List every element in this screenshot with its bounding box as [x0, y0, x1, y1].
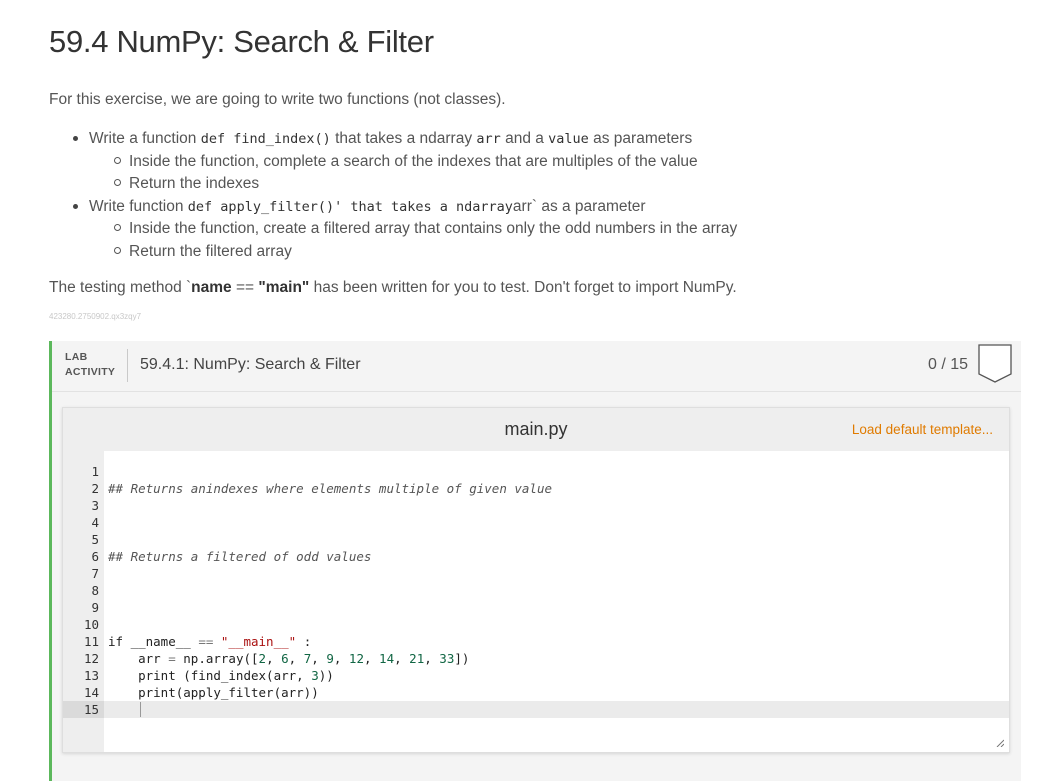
- activity-id: 423280.2750902.qx3zqy7: [49, 312, 142, 321]
- task-item: Write function def apply_filter()' that …: [49, 196, 737, 264]
- lab-header: LAB ACTIVITY 59.4.1: NumPy: Search & Fil…: [52, 341, 1021, 392]
- line-number: 3: [91, 498, 99, 513]
- task-item: Write a function def find_index() that t…: [49, 128, 737, 196]
- editor-toolbar: main.py Load default template...: [63, 408, 1009, 451]
- code-text: print (find_index(arr, 3)): [108, 668, 334, 683]
- line-number: 11: [83, 634, 99, 649]
- code-text: ## Returns anindexes where elements mult…: [108, 481, 553, 496]
- line-number: 2: [91, 481, 99, 496]
- line-number: 15: [63, 701, 104, 718]
- code-line[interactable]: 5: [63, 531, 1009, 548]
- code-line[interactable]: 8: [63, 582, 1009, 599]
- code-line[interactable]: 4: [63, 514, 1009, 531]
- code-line[interactable]: 3: [63, 497, 1009, 514]
- page-title: 59.4 NumPy: Search & Filter: [49, 24, 434, 59]
- line-number: 14: [83, 685, 99, 700]
- lab-activity-tag: LAB ACTIVITY: [65, 351, 116, 378]
- line-number: 8: [91, 583, 99, 598]
- line-number: 12: [83, 651, 99, 666]
- code-line[interactable]: 13 print (find_index(arr, 3)): [63, 667, 1009, 684]
- line-number: 13: [83, 668, 99, 683]
- testing-note: The testing method `name == "main" has b…: [49, 279, 737, 296]
- text-cursor: [140, 702, 141, 717]
- code-line[interactable]: 12 arr = np.array([2, 6, 7, 9, 12, 14, 2…: [63, 650, 1009, 667]
- code-text: ## Returns a filtered of odd values: [108, 549, 372, 564]
- resize-handle-icon[interactable]: [996, 739, 1004, 747]
- code-line[interactable]: 11 if __name__ == "__main__" :: [63, 633, 1009, 650]
- task-subitem: Return the filtered array: [89, 241, 737, 264]
- task-subitem: Inside the function, complete a search o…: [89, 151, 737, 174]
- code-text-area[interactable]: 1 2 ## Returns anindexes where elements mu…: [63, 463, 1009, 718]
- task-subitem: Inside the function, create a filtered a…: [89, 218, 737, 241]
- line-number: 7: [91, 566, 99, 581]
- line-number: 9: [91, 600, 99, 615]
- code-line[interactable]: 6 ## Returns a filtered of odd values: [63, 548, 1009, 565]
- intro-text: For this exercise, we are going to write…: [49, 91, 506, 108]
- code-line[interactable]: 15: [63, 701, 1009, 718]
- code-text: print(apply_filter(arr)): [108, 685, 319, 700]
- code-line[interactable]: 14 print(apply_filter(arr)): [63, 684, 1009, 701]
- code-line[interactable]: 2 ## Returns anindexes where elements mul…: [63, 480, 1009, 497]
- line-number: 4: [91, 515, 99, 530]
- code-editor: main.py Load default template... 1 2 ## Re…: [62, 407, 1010, 753]
- lab-score: 0 / 15: [928, 356, 969, 373]
- code-line[interactable]: 7: [63, 565, 1009, 582]
- lab-activity: LAB ACTIVITY 59.4.1: NumPy: Search & Fil…: [49, 341, 1021, 781]
- header-divider: [127, 349, 128, 382]
- code-text: arr = np.array([2, 6, 7, 9, 12, 14, 21, …: [108, 651, 470, 666]
- code-line[interactable]: 10: [63, 616, 1009, 633]
- code-text: if __name__ == "__main__" :: [108, 634, 312, 649]
- task-list: Write a function def find_index() that t…: [49, 128, 737, 263]
- line-number: 1: [91, 464, 99, 479]
- lab-title: 59.4.1: NumPy: Search & Filter: [140, 356, 361, 373]
- line-number: 6: [91, 549, 99, 564]
- task-subitem: Return the indexes: [89, 173, 737, 196]
- load-default-template-link[interactable]: Load default template...: [852, 422, 993, 437]
- line-number: 5: [91, 532, 99, 547]
- score-shield-icon: [978, 344, 1012, 383]
- line-number: 10: [83, 617, 99, 632]
- code-line[interactable]: 1: [63, 463, 1009, 480]
- code-line[interactable]: 9: [63, 599, 1009, 616]
